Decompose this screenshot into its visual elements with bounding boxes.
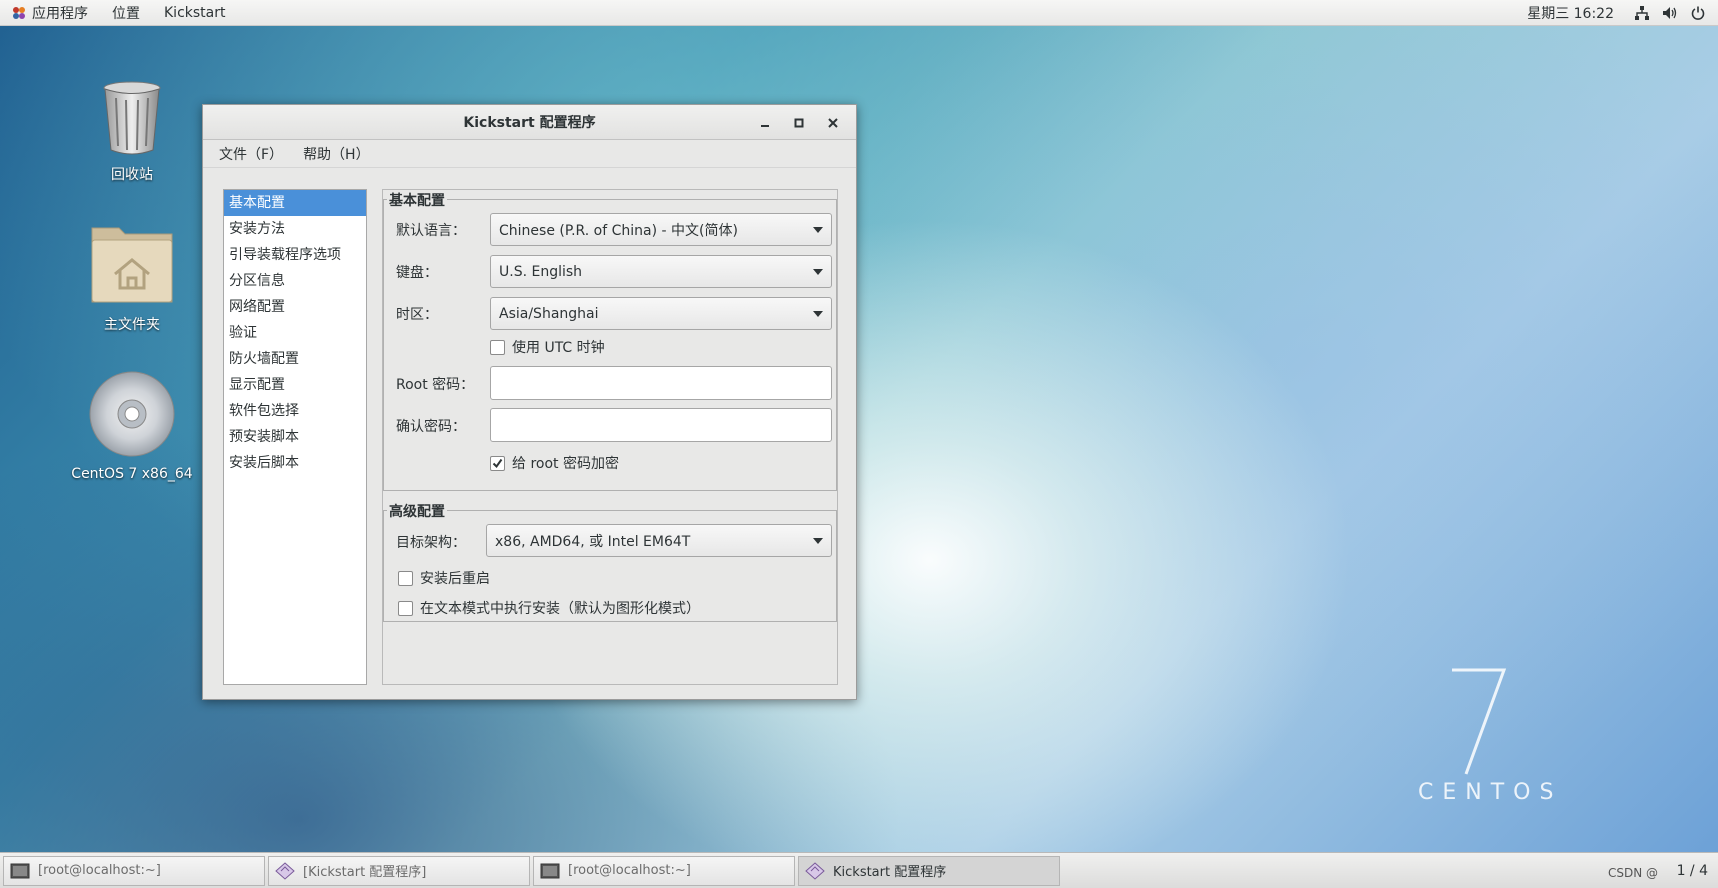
chevron-down-icon bbox=[813, 538, 823, 544]
desktop-icon-trash[interactable]: 回收站 bbox=[67, 80, 197, 184]
volume-icon[interactable] bbox=[1662, 5, 1678, 21]
centos-brand-text: CENTOS bbox=[1418, 780, 1563, 805]
app-menu-label: Kickstart bbox=[164, 4, 226, 21]
reboot-checkbox-row[interactable]: 安装后重启 bbox=[398, 568, 490, 588]
trash-icon bbox=[103, 81, 161, 155]
root-password-field[interactable] bbox=[490, 366, 832, 400]
checkmark-icon bbox=[492, 458, 503, 468]
power-icon[interactable] bbox=[1690, 5, 1706, 21]
kickstart-window: Kickstart 配置程序 文件（F） 帮助（H） 基本配置 安装方法 引导装… bbox=[202, 104, 857, 700]
utc-checkbox-row[interactable]: 使用 UTC 时钟 bbox=[490, 337, 605, 357]
advanced-config-title: 高级配置 bbox=[387, 501, 447, 521]
window-titlebar[interactable]: Kickstart 配置程序 bbox=[203, 105, 856, 140]
basic-config-title: 基本配置 bbox=[387, 190, 447, 210]
language-label: 默认语言： bbox=[396, 223, 466, 239]
taskbar: [root@localhost:~] [Kickstart 配置程序] [roo… bbox=[0, 852, 1718, 888]
section-list: 基本配置 安装方法 引导装载程序选项 分区信息 网络配置 验证 防火墙配置 显示… bbox=[223, 189, 367, 685]
nav-item-packages[interactable]: 软件包选择 bbox=[224, 398, 366, 424]
close-icon bbox=[828, 117, 838, 128]
utc-checkbox[interactable] bbox=[490, 339, 505, 355]
text-mode-checkbox-row[interactable]: 在文本模式中执行安装（默认为图形化模式） bbox=[398, 598, 700, 618]
keyboard-select[interactable]: U.S. English bbox=[490, 255, 832, 288]
root-password-label: Root 密码： bbox=[396, 377, 475, 393]
text-mode-checkbox[interactable] bbox=[398, 600, 413, 616]
nav-item-network[interactable]: 网络配置 bbox=[224, 294, 366, 320]
chevron-down-icon bbox=[813, 311, 823, 317]
nav-item-post-script[interactable]: 安装后脚本 bbox=[224, 450, 366, 476]
task-label: [root@localhost:~] bbox=[38, 863, 161, 878]
reboot-label: 安装后重启 bbox=[420, 571, 490, 587]
kickstart-icon bbox=[275, 861, 295, 880]
applications-label: 应用程序 bbox=[32, 5, 88, 22]
window-menubar: 文件（F） 帮助（H） bbox=[203, 140, 856, 168]
app-menu[interactable]: Kickstart bbox=[152, 0, 237, 26]
arch-value: x86, AMD64, 或 Intel EM64T bbox=[495, 533, 691, 550]
task-terminal-1[interactable]: [root@localhost:~] bbox=[3, 855, 265, 886]
terminal-icon bbox=[540, 862, 560, 880]
places-menu[interactable]: 位置 bbox=[100, 0, 152, 26]
home-folder-label: 主文件夹 bbox=[104, 317, 160, 333]
kickstart-icon bbox=[805, 861, 825, 880]
minimize-button[interactable] bbox=[748, 109, 782, 137]
chevron-down-icon bbox=[813, 269, 823, 275]
clock[interactable]: 星期三 16:22 bbox=[1513, 3, 1628, 23]
close-button[interactable] bbox=[816, 109, 850, 137]
network-icon[interactable] bbox=[1634, 5, 1650, 21]
encrypt-checkbox-row[interactable]: 给 root 密码加密 bbox=[490, 453, 619, 473]
utc-label: 使用 UTC 时钟 bbox=[512, 340, 605, 356]
reboot-checkbox[interactable] bbox=[398, 570, 413, 586]
task-label: Kickstart 配置程序 bbox=[833, 865, 947, 880]
encrypt-checkbox[interactable] bbox=[490, 455, 505, 471]
language-value: Chinese (P.R. of China) - 中文(简体) bbox=[499, 222, 738, 239]
menu-help[interactable]: 帮助（H） bbox=[293, 144, 380, 164]
minimize-icon bbox=[761, 124, 769, 127]
nav-item-firewall[interactable]: 防火墙配置 bbox=[224, 346, 366, 372]
task-label: [root@localhost:~] bbox=[568, 863, 691, 878]
arch-select[interactable]: x86, AMD64, 或 Intel EM64T bbox=[486, 524, 832, 557]
places-label: 位置 bbox=[112, 5, 140, 22]
content-panel: 基本配置 默认语言： Chinese (P.R. of China) - 中文(… bbox=[382, 189, 838, 685]
chevron-down-icon bbox=[813, 227, 823, 233]
language-select[interactable]: Chinese (P.R. of China) - 中文(简体) bbox=[490, 213, 832, 246]
trash-label: 回收站 bbox=[111, 167, 153, 183]
timezone-select[interactable]: Asia/Shanghai bbox=[490, 297, 832, 330]
nav-item-partition[interactable]: 分区信息 bbox=[224, 268, 366, 294]
workspace-pager[interactable]: 1 / 4 bbox=[1677, 863, 1708, 879]
applications-menu[interactable]: 应用程序 bbox=[0, 0, 100, 26]
centos-logo-seven bbox=[1452, 668, 1507, 775]
task-kickstart-1[interactable]: [Kickstart 配置程序] bbox=[268, 855, 530, 886]
task-kickstart-2[interactable]: Kickstart 配置程序 bbox=[798, 855, 1060, 886]
maximize-icon bbox=[794, 118, 804, 127]
desktop-icon-home[interactable]: 主文件夹 bbox=[67, 222, 197, 334]
nav-item-install-method[interactable]: 安装方法 bbox=[224, 216, 366, 242]
nav-item-pre-script[interactable]: 预安装脚本 bbox=[224, 424, 366, 450]
top-bar: 应用程序 位置 Kickstart 星期三 16:22 bbox=[0, 0, 1718, 26]
desktop-icon-disc[interactable]: CentOS 7 x86_64 bbox=[67, 370, 197, 482]
disc-label: CentOS 7 x86_64 bbox=[71, 466, 193, 482]
terminal-icon bbox=[10, 862, 30, 880]
apps-icon bbox=[13, 6, 25, 19]
home-folder-icon bbox=[91, 227, 173, 303]
nav-item-bootloader[interactable]: 引导装载程序选项 bbox=[224, 242, 366, 268]
task-terminal-2[interactable]: [root@localhost:~] bbox=[533, 855, 795, 886]
task-label: [Kickstart 配置程序] bbox=[303, 865, 427, 880]
confirm-password-field[interactable] bbox=[490, 408, 832, 442]
menu-file[interactable]: 文件（F） bbox=[209, 144, 293, 164]
nav-item-auth[interactable]: 验证 bbox=[224, 320, 366, 346]
confirm-password-label: 确认密码： bbox=[396, 419, 466, 435]
keyboard-value: U.S. English bbox=[499, 263, 583, 280]
watermark: CSDN @ bbox=[1607, 866, 1658, 880]
arch-label: 目标架构： bbox=[396, 535, 466, 551]
window-title: Kickstart 配置程序 bbox=[463, 115, 596, 131]
maximize-button[interactable] bbox=[782, 109, 816, 137]
keyboard-label: 键盘： bbox=[396, 265, 438, 281]
timezone-label: 时区： bbox=[396, 307, 438, 323]
disc-icon bbox=[89, 371, 175, 457]
encrypt-label: 给 root 密码加密 bbox=[512, 456, 619, 472]
nav-item-display[interactable]: 显示配置 bbox=[224, 372, 366, 398]
text-mode-label: 在文本模式中执行安装（默认为图形化模式） bbox=[420, 601, 700, 617]
timezone-value: Asia/Shanghai bbox=[499, 305, 599, 322]
nav-item-basic[interactable]: 基本配置 bbox=[224, 190, 366, 216]
